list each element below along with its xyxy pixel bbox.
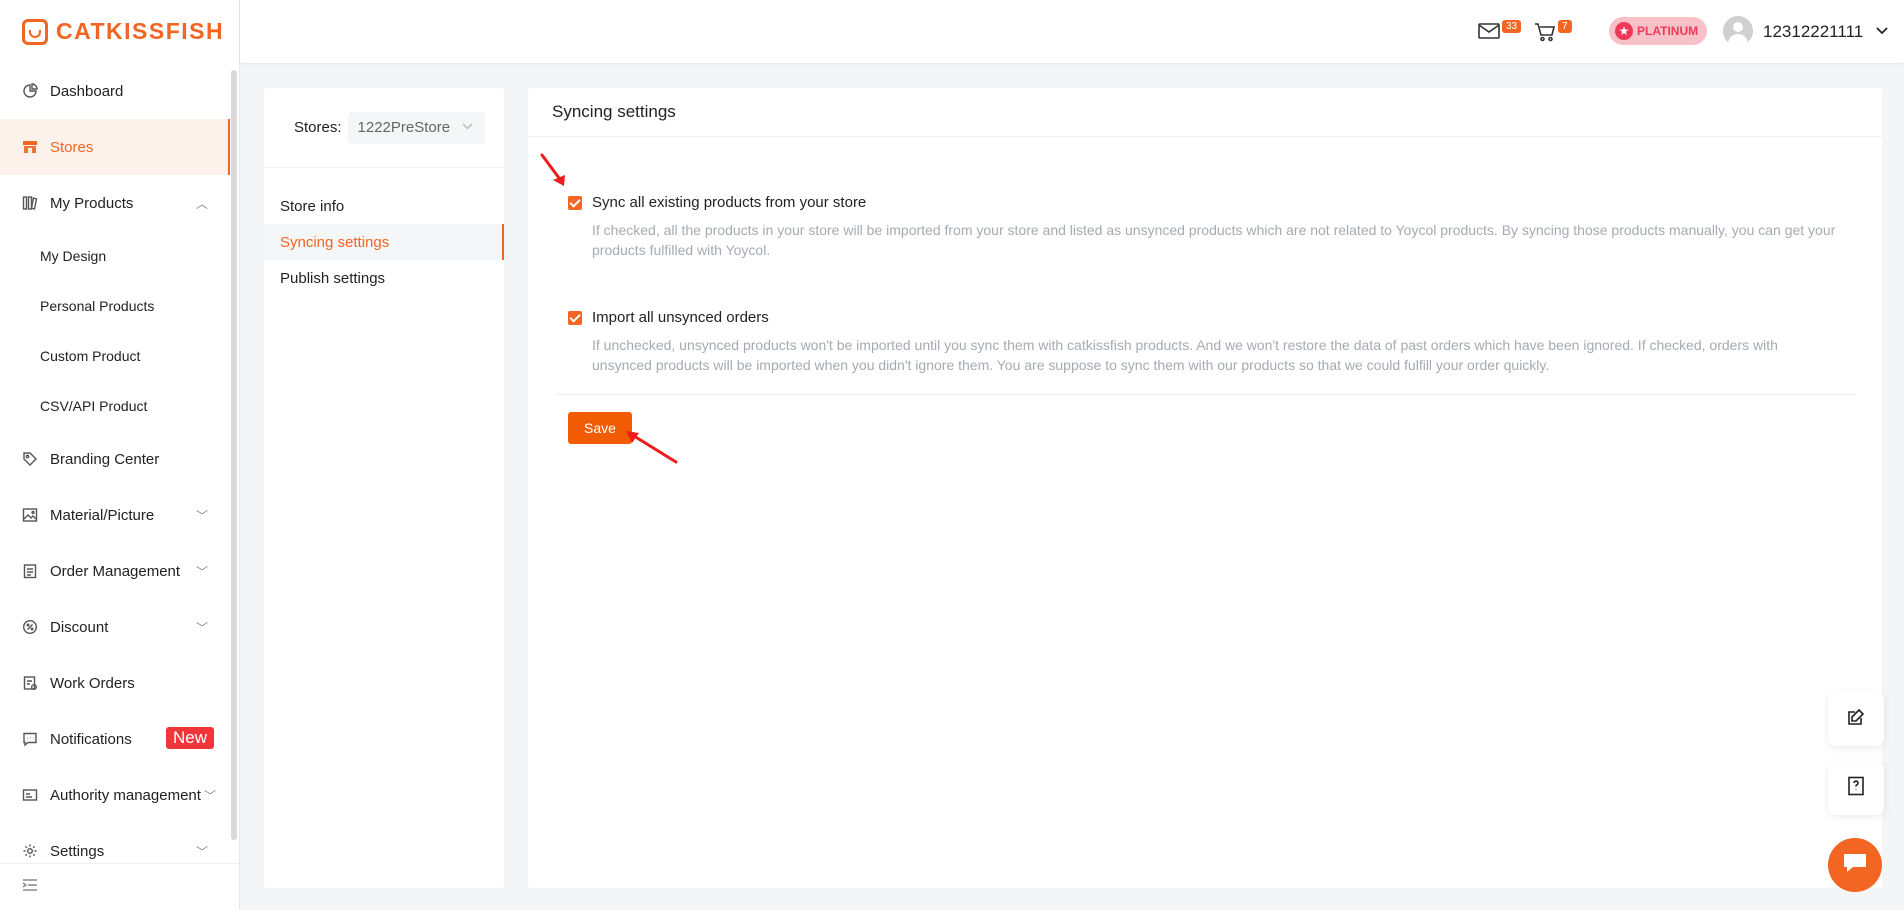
collapse-sidebar-button[interactable] (0, 863, 240, 910)
annotation-arrow-icon (540, 153, 565, 186)
store-settings-panel: Stores: 1222PreStore Store info Syncing … (264, 88, 504, 888)
collapse-menu-icon (22, 878, 38, 897)
stores-label: Stores: (294, 119, 342, 136)
annotation-arrow-icon (626, 431, 678, 464)
sidebar-item-label: Branding Center (50, 450, 160, 468)
sidebar-subitem-custom-product[interactable]: Custom Product (0, 331, 230, 381)
tag-icon (22, 451, 38, 467)
sidebar-item-stores[interactable]: Stores (0, 119, 230, 175)
chat-icon (1841, 851, 1869, 880)
sidebar-item-label: Dashboard (50, 82, 124, 100)
sidebar-item-label: Work Orders (50, 674, 135, 692)
mail-count-badge: 33 (1502, 20, 1522, 33)
store-icon (22, 139, 38, 155)
new-badge: New (166, 727, 215, 749)
store-settings-menu: Store info Syncing settings Publish sett… (264, 168, 504, 296)
cart-icon[interactable] (1534, 22, 1558, 44)
sidebar-item-label: Notifications (50, 730, 132, 748)
menu-item-syncing-settings[interactable]: Syncing settings (264, 224, 504, 260)
cart-count-badge: 7 (1558, 20, 1572, 33)
clipboard-icon (22, 563, 38, 579)
store-select[interactable]: 1222PreStore (347, 111, 485, 144)
divider (556, 394, 1856, 395)
sync-products-description: If checked, all the products in your sto… (592, 222, 1836, 258)
pie-chart-icon (22, 83, 38, 99)
feedback-edit-button[interactable] (1828, 692, 1884, 746)
import-orders-option: Import all unsynced orders If unchecked,… (568, 309, 1868, 375)
import-orders-checkbox[interactable] (568, 310, 582, 325)
avatar[interactable] (1723, 16, 1753, 46)
sidebar-item-settings[interactable]: Settings ﹀ (0, 823, 230, 863)
sidebar-item-label: Stores (50, 138, 94, 156)
guide-book-icon (1847, 776, 1865, 801)
sidebar-item-label: Material/Picture (50, 506, 155, 524)
sidebar-item-work-orders[interactable]: Work Orders (0, 655, 230, 711)
chevron-down-icon: ﹀ (195, 621, 208, 635)
chevron-up-icon: ︿ (195, 197, 208, 211)
chevron-down-icon: ﹀ (195, 845, 208, 859)
sidebar-item-label: Order Management (50, 562, 181, 580)
cat-logo-icon (22, 18, 48, 45)
menu-item-publish-settings[interactable]: Publish settings (264, 260, 504, 296)
membership-label: PLATINUM (1637, 24, 1699, 38)
sidebar-item-branding-center[interactable]: Branding Center (0, 431, 230, 487)
gear-icon (22, 843, 38, 859)
sidebar-nav: Dashboard Stores My Products ︿ My Design… (0, 63, 230, 863)
help-guide-button[interactable] (1828, 761, 1884, 815)
username[interactable]: 12312221111 (1763, 22, 1863, 42)
sidebar-item-dashboard[interactable]: Dashboard (0, 63, 230, 119)
sidebar-item-label: Settings (50, 842, 105, 860)
sync-products-label[interactable]: Sync all existing products from your sto… (592, 194, 866, 211)
membership-badge[interactable]: ★ PLATINUM (1609, 17, 1707, 45)
syncing-settings-panel: Syncing settings Sync all existing produ… (528, 88, 1882, 888)
top-header: 33 7 ★ PLATINUM 12312221111 (240, 0, 1904, 63)
selected-store: 1222PreStore (357, 119, 451, 136)
image-icon (22, 507, 38, 523)
mail-icon[interactable] (1478, 22, 1502, 44)
edit-icon (1846, 707, 1866, 732)
brand-name: CATKISSFISH (56, 18, 225, 44)
chevron-down-icon: ﹀ (195, 509, 208, 523)
discount-icon (22, 619, 38, 635)
sidebar-item-authority-management[interactable]: Authority management ﹀ (0, 767, 230, 823)
import-orders-description: If unchecked, unsynced products won't be… (592, 337, 1778, 373)
id-card-icon (22, 787, 38, 803)
sidebar-item-label: My Products (50, 194, 134, 212)
live-chat-button[interactable] (1828, 838, 1882, 892)
chevron-down-icon: ﹀ (195, 565, 208, 579)
star-icon: ★ (1615, 22, 1633, 40)
sidebar-item-label: Discount (50, 618, 109, 636)
sidebar-scrollbar[interactable] (231, 70, 237, 840)
sidebar-item-my-products[interactable]: My Products ︿ (0, 175, 230, 231)
sidebar-subitem-my-design[interactable]: My Design (0, 231, 230, 281)
work-order-icon (22, 675, 38, 691)
sidebar-item-discount[interactable]: Discount ﹀ (0, 599, 230, 655)
products-icon (22, 195, 38, 211)
menu-item-store-info[interactable]: Store info (264, 188, 504, 224)
sidebar-item-order-management[interactable]: Order Management ﹀ (0, 543, 230, 599)
sidebar: CATKISSFISH Dashboard Stores My Products… (0, 0, 240, 910)
chevron-down-icon: ﹀ (203, 789, 216, 803)
brand-logo[interactable]: CATKISSFISH (0, 0, 239, 63)
sync-products-checkbox[interactable] (568, 195, 582, 210)
chevron-down-icon (462, 121, 473, 133)
sidebar-subitem-personal-products[interactable]: Personal Products (0, 281, 230, 331)
sidebar-subitem-csv-api-product[interactable]: CSV/API Product (0, 381, 230, 431)
store-selector-row: Stores: 1222PreStore (264, 88, 504, 168)
message-icon (22, 731, 38, 747)
chevron-down-icon[interactable] (1876, 24, 1888, 38)
import-orders-label[interactable]: Import all unsynced orders (592, 309, 769, 326)
sidebar-item-label: Authority management (50, 786, 201, 804)
sync-products-option: Sync all existing products from your sto… (568, 194, 1868, 260)
sidebar-item-material-picture[interactable]: Material/Picture ﹀ (0, 487, 230, 543)
sidebar-item-notifications[interactable]: Notifications New (0, 711, 230, 767)
page-title: Syncing settings (528, 88, 1882, 137)
